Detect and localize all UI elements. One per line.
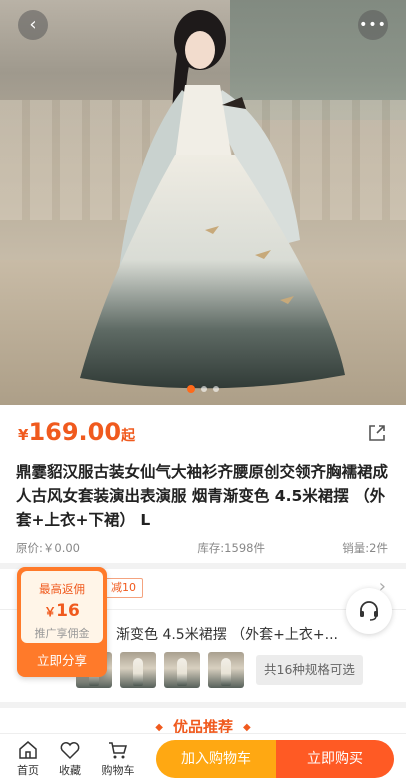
gallery-indicator [0, 385, 406, 393]
more-icon: ••• [359, 17, 387, 33]
price-value: 169.00 [28, 418, 122, 446]
stock-count: 库存:1598件 [197, 541, 265, 555]
nav-home[interactable]: 首页 [8, 740, 48, 778]
home-icon [19, 741, 37, 759]
spec-thumbnail[interactable] [164, 652, 200, 688]
price-row: ¥169.00起 [18, 418, 388, 452]
nav-home-label: 首页 [17, 764, 39, 777]
commission-value: 16 [56, 601, 80, 621]
add-to-cart-button[interactable]: 加入购物车 [156, 740, 276, 778]
share-icon[interactable] [366, 422, 388, 444]
price-suffix: 起 [121, 428, 136, 444]
share-now-button[interactable]: 立即分享 [17, 647, 107, 677]
product-price: ¥169.00起 [18, 418, 136, 446]
headset-icon [360, 601, 378, 621]
price-currency: ¥ [18, 426, 29, 444]
spec-thumbnail[interactable] [208, 652, 244, 688]
selected-spec: 渐变色 4.5米裙摆 （外套+上衣+... [116, 627, 338, 643]
product-title: 鼎霎貂汉服古装女仙气大袖衫齐腰原创交领齐胸襦裙成人古风女套装演出表演服 烟青渐变… [16, 463, 389, 529]
product-image[interactable]: ‹ ••• [0, 0, 406, 405]
coupon-tag[interactable]: 减10 [104, 578, 143, 598]
gallery-dot[interactable] [213, 386, 219, 392]
buy-now-button[interactable]: 立即购买 [276, 740, 394, 778]
diamond-icon: ◆ [155, 722, 163, 733]
heart-icon [60, 742, 80, 760]
sales-count: 销量:2件 [342, 541, 388, 555]
customer-service-button[interactable] [346, 588, 392, 634]
spec-thumbnail[interactable] [120, 652, 156, 688]
diamond-icon: ◆ [243, 722, 251, 733]
nav-cart-label: 购物车 [101, 764, 135, 777]
gallery-dot[interactable] [187, 385, 195, 393]
nav-favorite-label: 收藏 [59, 764, 81, 777]
commission-title: 最高返佣 [39, 582, 85, 596]
back-button[interactable]: ‹ [18, 10, 48, 40]
product-meta: 原价:￥0.00 库存:1598件 销量:2件 [16, 540, 388, 556]
commission-subtitle: 推广享佣金 [34, 627, 90, 640]
spec-thumbnails: 共16种规格可选 [76, 652, 363, 688]
bottom-action-bar: 首页 收藏 购物车 加入购物车 立即购买 [0, 733, 406, 783]
nav-favorite[interactable]: 收藏 [50, 740, 90, 778]
commission-currency: ￥ [44, 605, 57, 619]
model-figure [80, 10, 345, 389]
more-button[interactable]: ••• [358, 10, 388, 40]
commission-card[interactable]: 最高返佣 ￥16 推广享佣金 立即分享 [17, 567, 107, 677]
original-price: 原价:￥0.00 [16, 541, 80, 555]
commission-info: 最高返佣 ￥16 推广享佣金 [21, 571, 103, 643]
commission-amount: ￥16 [21, 601, 103, 621]
back-icon: ‹ [29, 14, 37, 35]
section-divider [0, 702, 406, 708]
cart-icon [109, 742, 127, 759]
spec-count-label[interactable]: 共16种规格可选 [256, 655, 363, 685]
nav-cart[interactable]: 购物车 [98, 740, 138, 778]
gallery-dot[interactable] [201, 386, 207, 392]
